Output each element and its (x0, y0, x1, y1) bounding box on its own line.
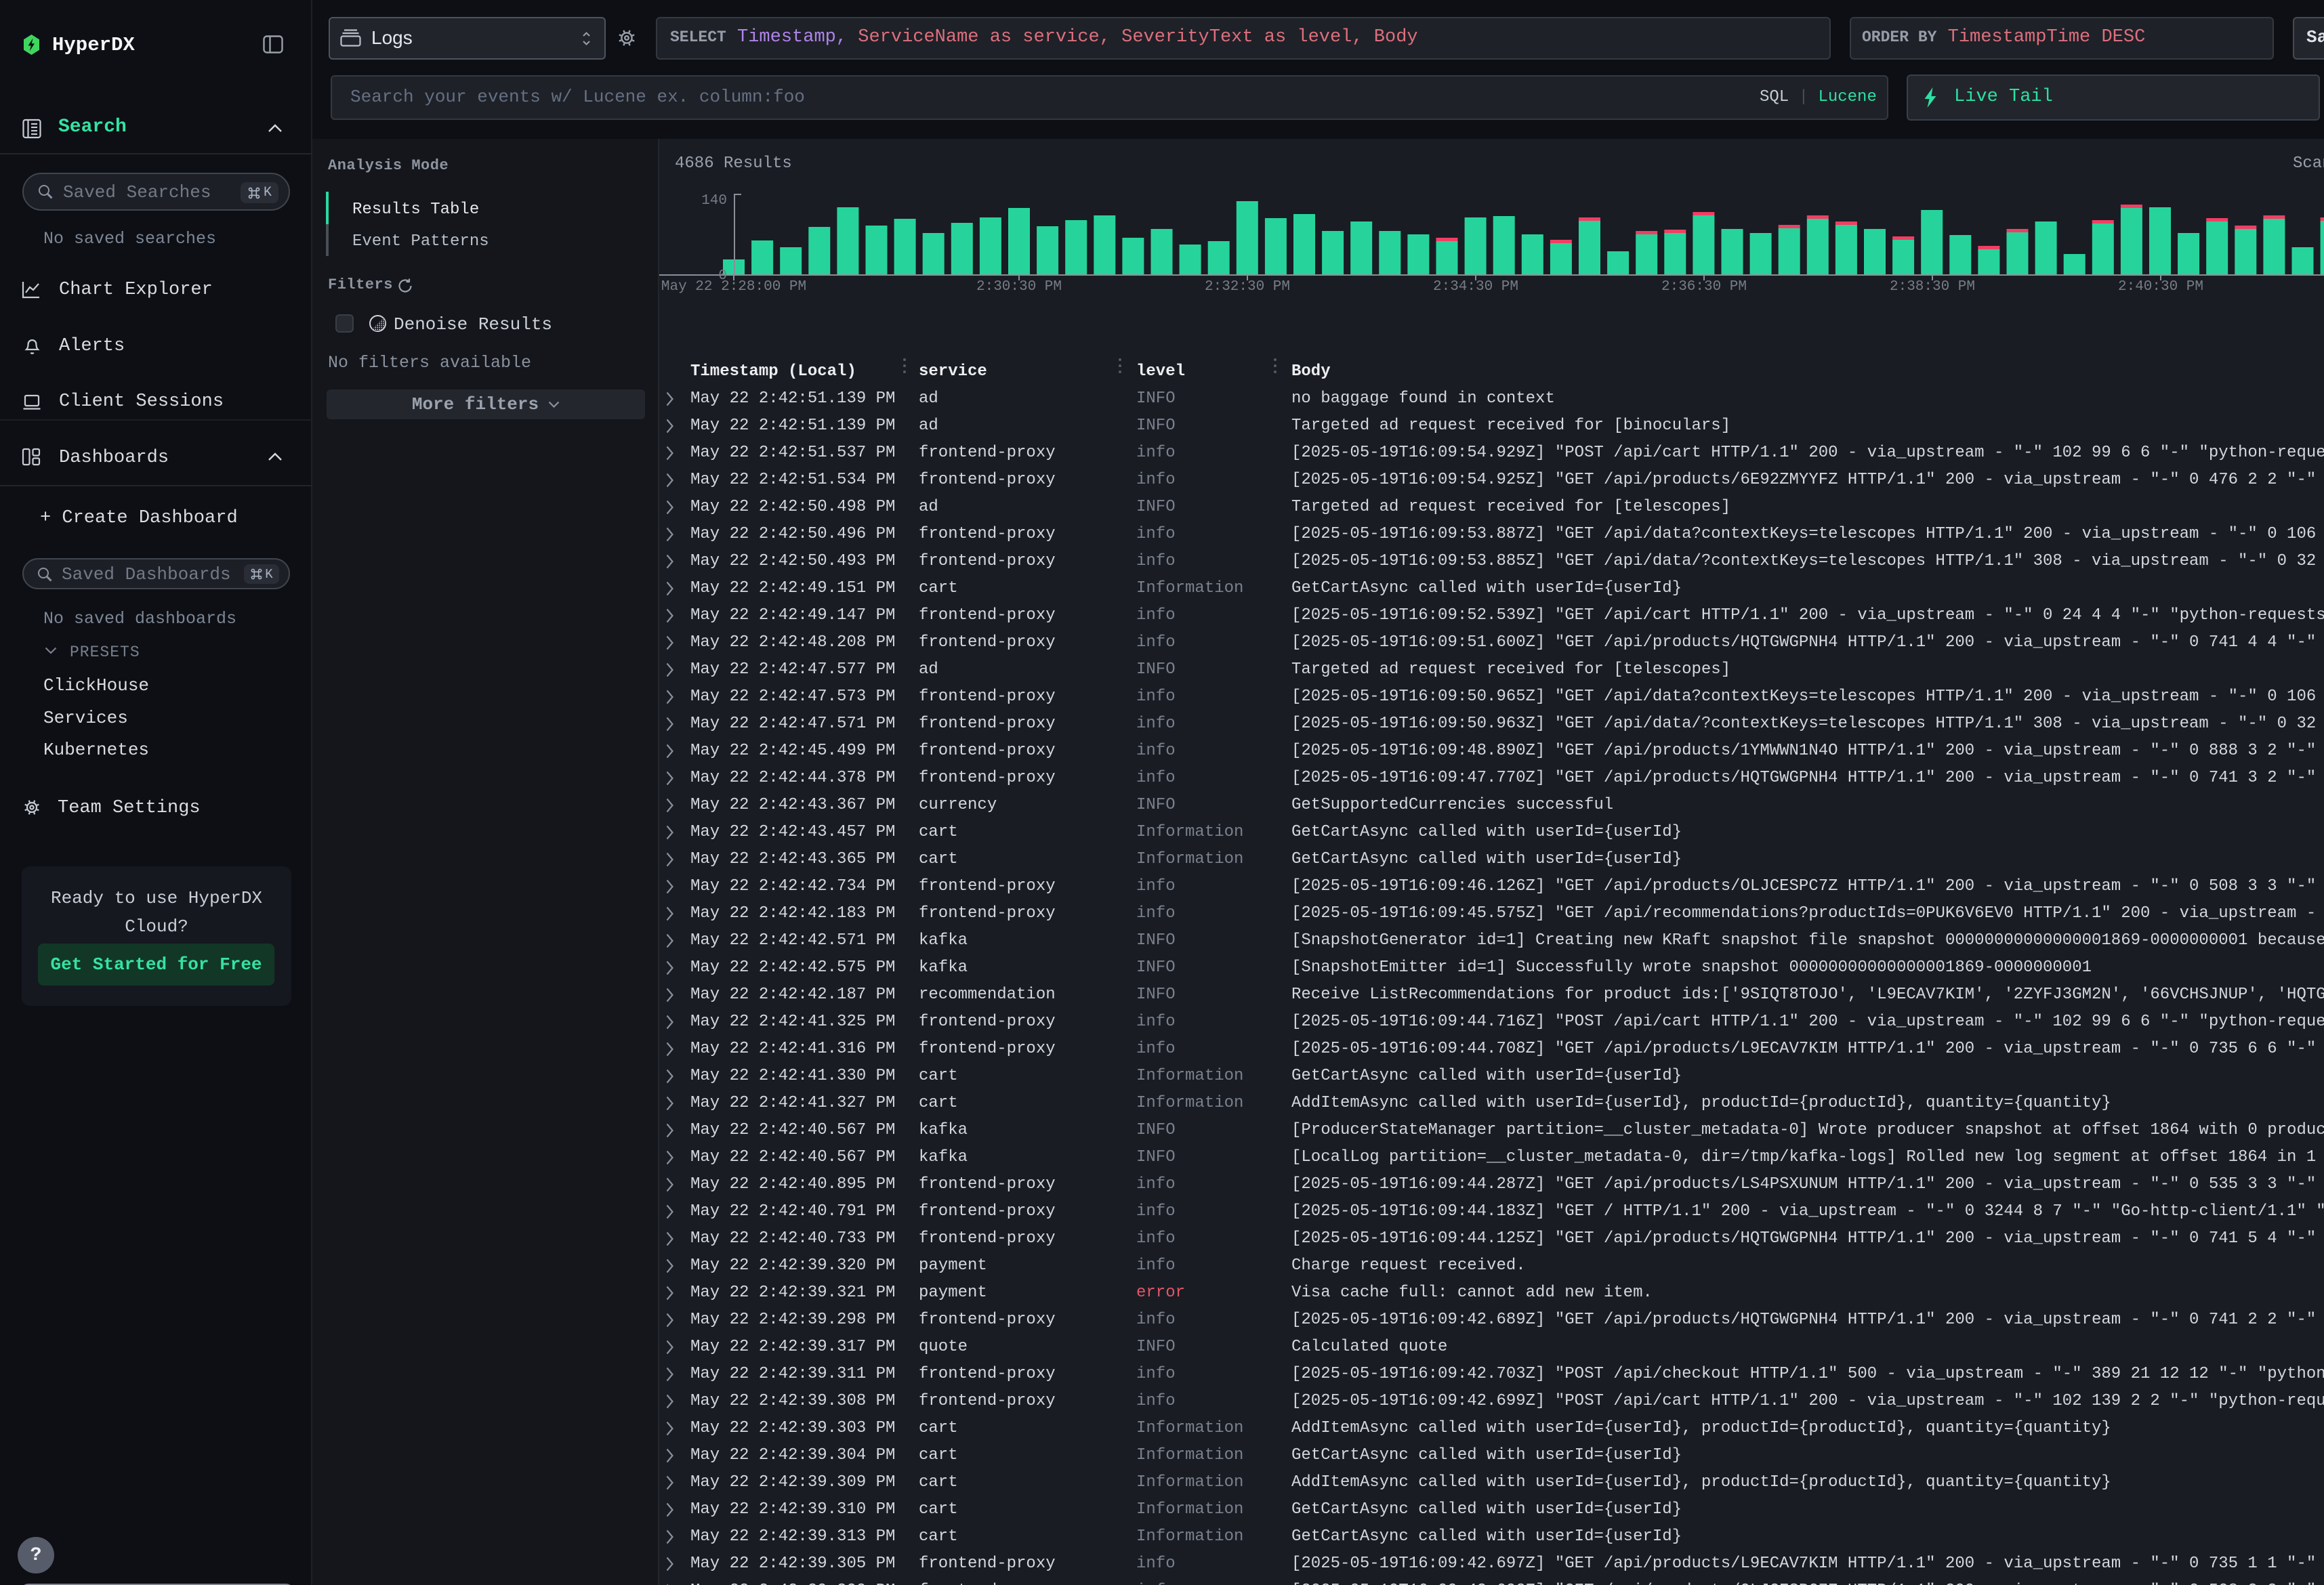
svg-text:2:34:30 PM: 2:34:30 PM (1433, 279, 1518, 295)
svg-text:2:32:30 PM: 2:32:30 PM (1205, 279, 1290, 295)
svg-text:May 22 2:28:00 PM: May 22 2:28:00 PM (661, 279, 806, 295)
svg-text:2:30:30 PM: 2:30:30 PM (976, 279, 1062, 295)
svg-text:2:40:30 PM: 2:40:30 PM (2118, 279, 2203, 295)
svg-text:2:38:30 PM: 2:38:30 PM (1890, 279, 1975, 295)
svg-text:140: 140 (701, 193, 727, 209)
svg-text:2:36:30 PM: 2:36:30 PM (1661, 279, 1747, 295)
